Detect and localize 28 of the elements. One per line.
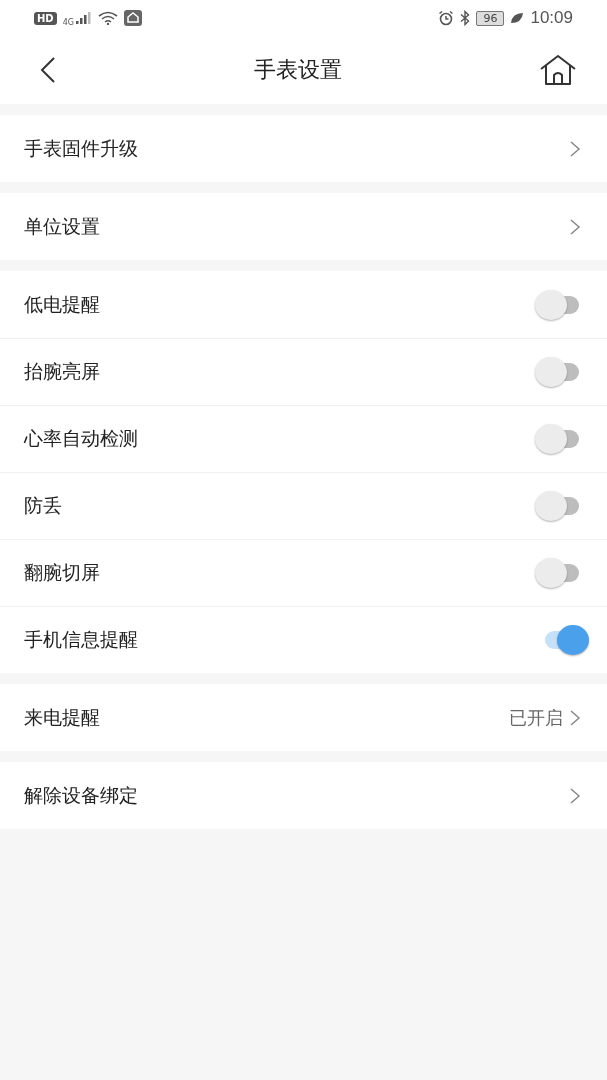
home-button[interactable] [539,54,577,86]
bluetooth-icon [460,10,471,26]
alarm-icon [438,10,455,26]
wifi-icon [97,11,118,25]
chevron-right-icon[interactable] [569,139,581,158]
chevron-right-icon[interactable] [569,786,581,805]
setting-label: 手表固件升级 [24,135,138,161]
app-icon [123,10,142,26]
setting-label: 单位设置 [24,213,100,239]
network-type: 4G [62,17,74,27]
battery-icon: 96 [476,10,505,26]
chevron-right-icon[interactable] [569,217,581,236]
setting-label: 来电提醒 [24,704,100,730]
status-time: 10:09 [530,8,573,28]
page-title: 手表设置 [253,56,342,84]
setting-label: 抬腕亮屏 [24,359,100,384]
setting-label: 心率自动检测 [24,426,138,451]
setting-value: 已开启 [509,705,563,730]
leaf-icon [510,12,525,24]
setting-label: 解除设备绑定 [24,782,138,808]
hd-badge: HD [34,11,57,25]
signal-icon [75,12,92,24]
back-button[interactable] [40,57,56,83]
setting-label: 翻腕切屏 [24,560,100,585]
setting-label: 手机信息提醒 [24,627,138,652]
setting-label: 防丢 [24,493,62,518]
chevron-right-icon[interactable] [569,708,581,727]
setting-label: 低电提醒 [24,291,100,317]
